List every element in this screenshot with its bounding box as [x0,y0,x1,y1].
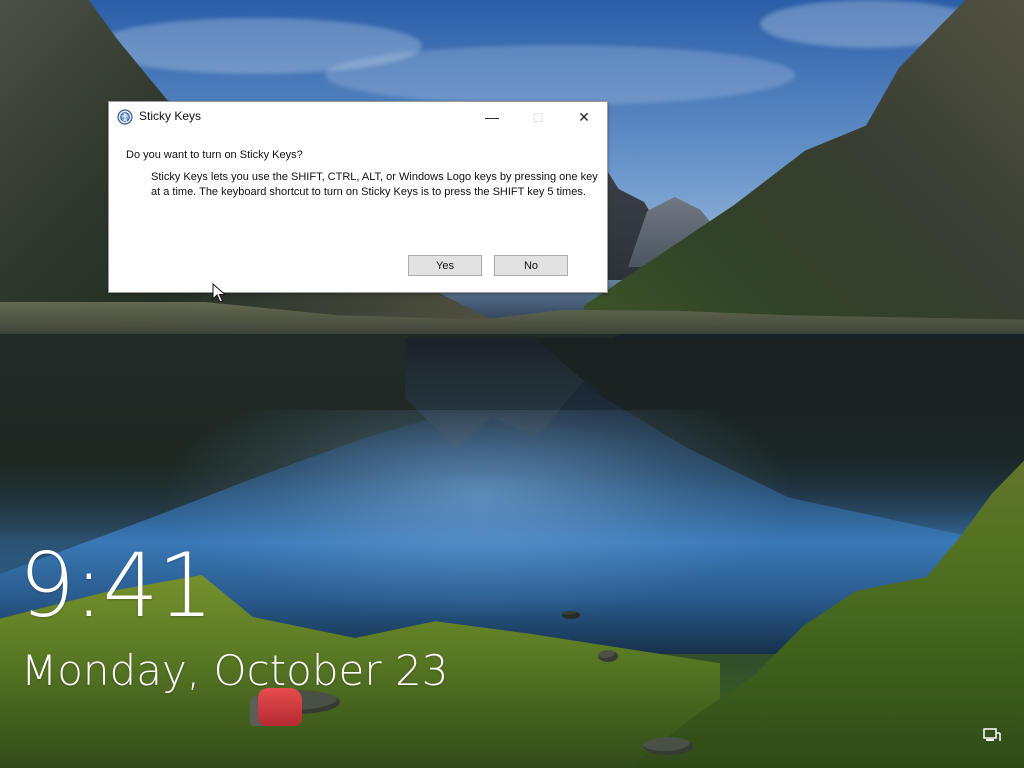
mouse-pointer-icon [212,283,227,303]
close-button[interactable]: ✕ [561,102,607,131]
dialog-titlebar[interactable]: Sticky Keys — □ ✕ [109,102,607,131]
dialog-body: Do you want to turn on Sticky Keys? Stic… [109,131,607,303]
lock-screen: Sticky Keys — □ ✕ Do you want to turn on… [0,0,1024,768]
no-button[interactable]: No [494,255,568,276]
lock-screen-date: Monday, October 23 [21,646,449,695]
rock [643,737,693,755]
yes-button[interactable]: Yes [408,255,482,276]
maximize-icon: □ [533,108,543,125]
lock-screen-time: 9:41 [19,534,214,637]
dialog-title: Sticky Keys [139,109,202,123]
dialog-description: Sticky Keys lets you use the SHIFT, CTRL… [151,171,598,198]
sticky-keys-dialog: Sticky Keys — □ ✕ Do you want to turn on… [108,101,608,303]
close-icon: ✕ [578,108,590,125]
maximize-button[interactable]: □ [515,102,561,131]
water-highlight [160,410,800,620]
rock [598,650,618,662]
rock [562,611,580,619]
accessibility-icon [117,109,133,125]
minimize-icon: — [485,108,499,125]
minimize-button[interactable]: — [469,102,515,131]
network-icon[interactable] [982,727,1002,745]
cloud [325,45,795,105]
dialog-question: Do you want to turn on Sticky Keys? [126,149,303,161]
